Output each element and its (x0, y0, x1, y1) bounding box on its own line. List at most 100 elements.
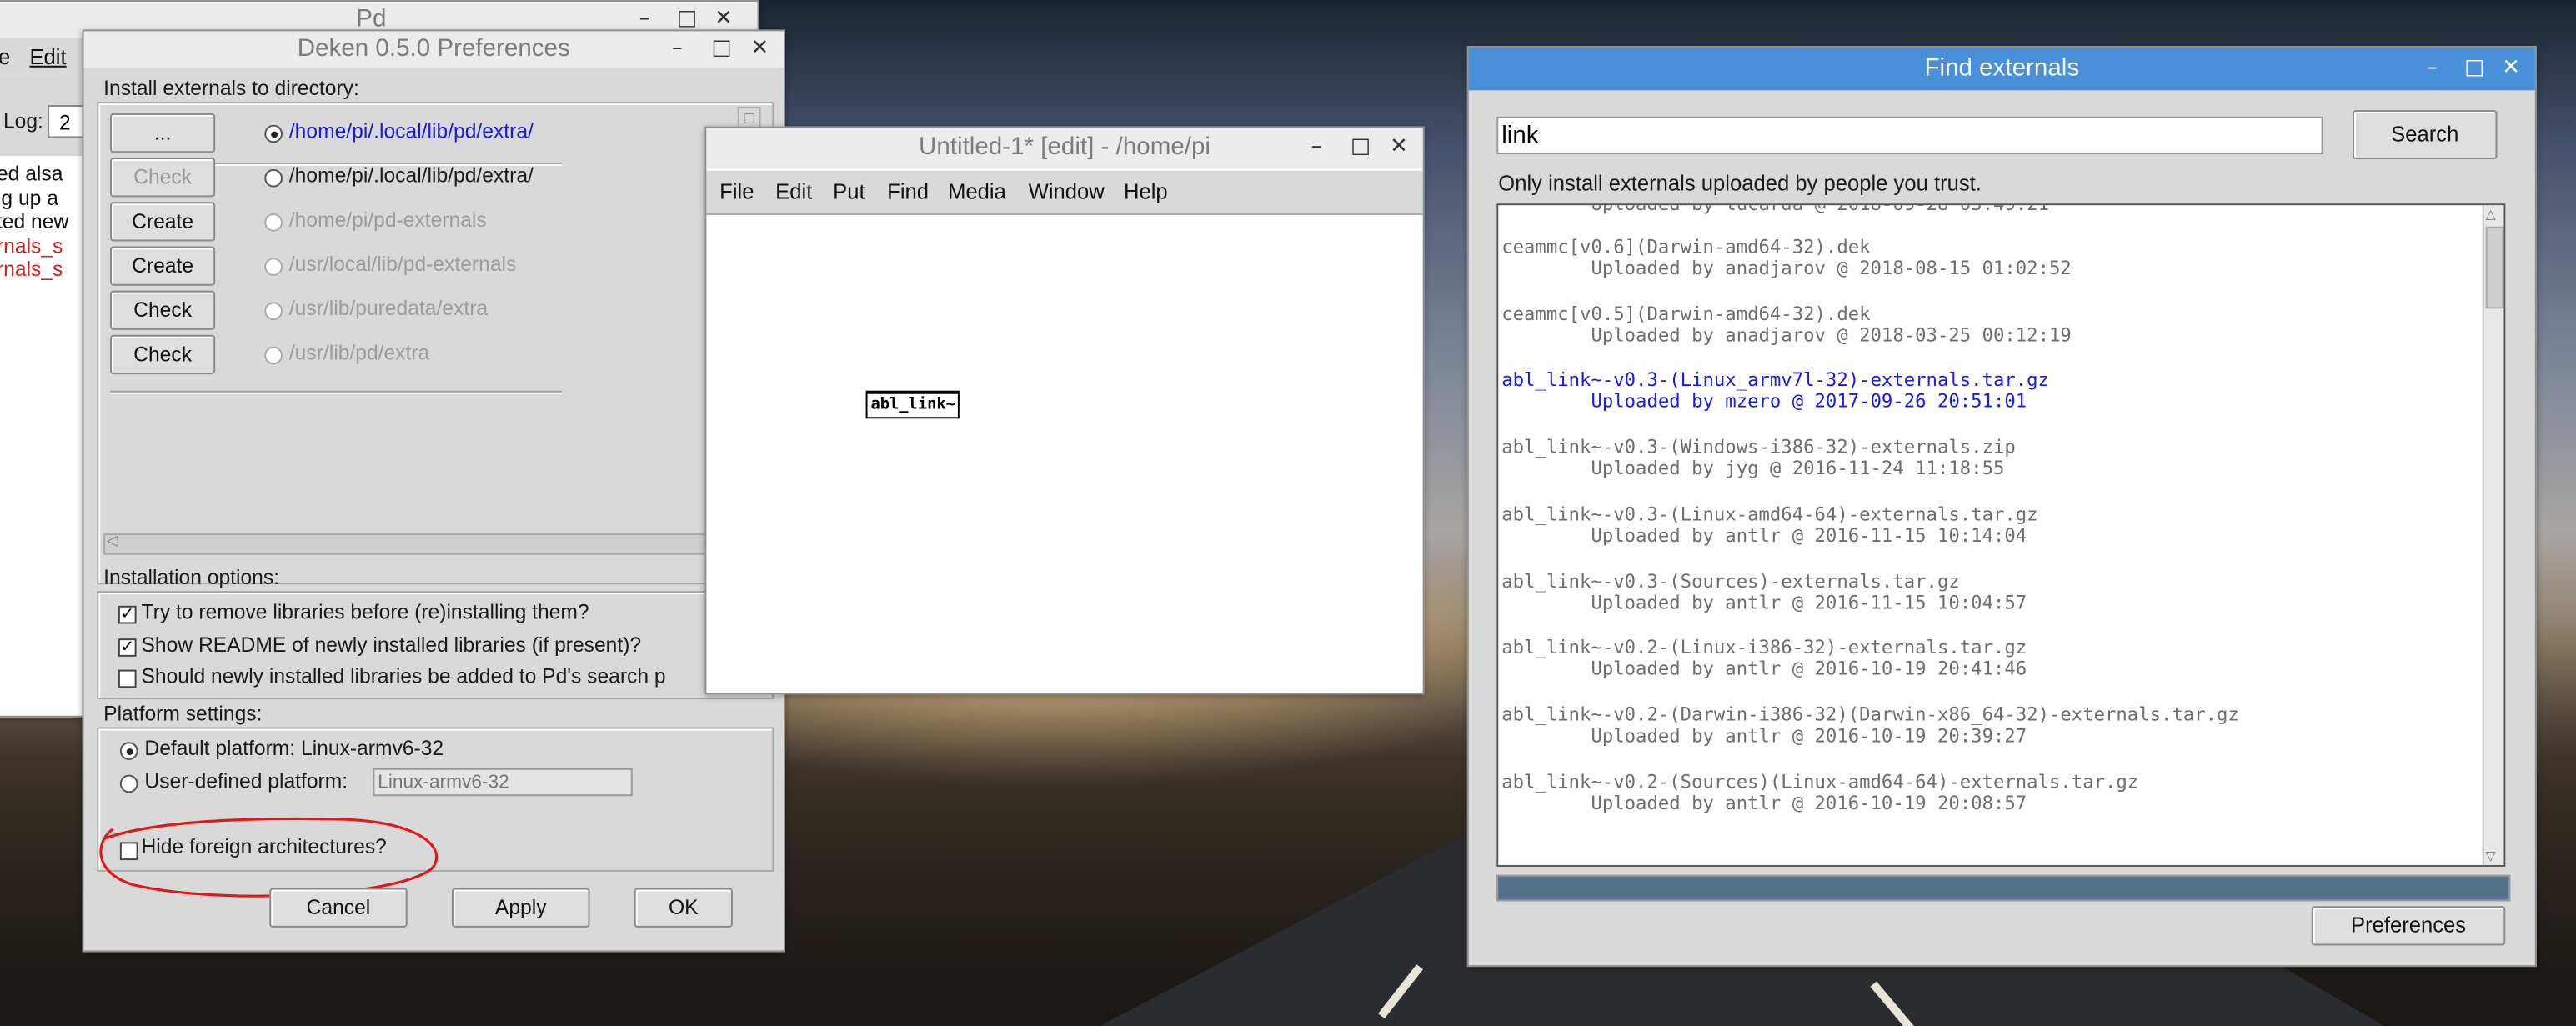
deken-preferences-window: Deken 0.5.0 Preferences – □ ✕ Install ex… (82, 29, 785, 953)
user-platform-input[interactable] (373, 768, 633, 797)
result-name: abl_link~-v0.2-(Sources)(Linux-amd64-64)… (1501, 770, 2139, 793)
dir-row-path: /usr/local/lib/pd-externals (288, 253, 517, 276)
untitled-patch-window: Untitled-1* [edit] - /home/pi – □ ✕ File… (704, 126, 1425, 695)
apply-button[interactable]: Apply (451, 888, 590, 928)
close-icon[interactable]: ✕ (2502, 51, 2519, 87)
cancel-button[interactable]: Cancel (269, 888, 408, 928)
option-label: Should newly installed libraries be adde… (141, 664, 666, 688)
result-name: abl_link~-v0.3-(Sources)-externals.tar.g… (1501, 570, 1960, 593)
result-name: ceammc[v0.6](Darwin-amd64-32).dek (1501, 236, 1871, 258)
menu-find[interactable]: Find (887, 179, 929, 204)
ok-button[interactable]: OK (634, 888, 733, 928)
dir-row-radio[interactable] (264, 302, 283, 321)
result-item[interactable]: ceammc[v0.6](Darwin-amd64-32).dek Upload… (1501, 237, 2072, 279)
dir-row-radio[interactable] (264, 168, 283, 188)
result-name: abl_link~-v0.3-(Windows-i386-32)-externa… (1501, 437, 2016, 458)
dir-row-path: /usr/lib/pd/extra (288, 341, 430, 365)
maximize-icon[interactable]: □ (2464, 51, 2484, 87)
result-name: ceammc[v0.5](Darwin-amd64-32).dek (1501, 303, 1871, 325)
minimize-icon[interactable]: – (1311, 130, 1322, 166)
result-name: abl_link~-v0.2-(Darwin-i386-32)(Darwin-x… (1501, 703, 2239, 726)
result-uploaded: Uploaded by antlr @ 2016-10-19 20:39:27 (1501, 725, 2027, 747)
dir-row-radio[interactable] (264, 258, 283, 276)
find-externals-titlebar[interactable]: Find externals (1468, 48, 2535, 91)
patch-title: Untitled-1* [edit] - /home/pi (919, 133, 1211, 162)
console-line: ernals_s (0, 233, 63, 258)
result-item[interactable]: abl_link~-v0.2-(Sources)(Linux-amd64-64)… (1501, 771, 2138, 813)
dir-row-radio[interactable] (264, 213, 283, 232)
menu-window[interactable]: Window (1029, 179, 1105, 204)
menu-file[interactable]: File (719, 179, 754, 204)
option-label: Try to remove libraries before (re)insta… (141, 600, 589, 624)
maximize-icon[interactable]: □ (1351, 130, 1371, 166)
scroll-up-icon[interactable]: △ (2486, 207, 2496, 222)
dir-row-button[interactable]: Check (110, 158, 216, 198)
user-platform-radio[interactable] (119, 774, 138, 793)
pd-console: ned alsaing up aated newernals_sernals_s (0, 163, 84, 294)
scroll-left-icon[interactable]: ◁ (107, 533, 118, 550)
menu-help[interactable]: Help (1124, 179, 1168, 204)
minimize-icon[interactable]: – (672, 31, 683, 67)
pd-menu-file[interactable]: e (0, 44, 10, 69)
console-line: ernals_s (0, 258, 63, 281)
result-uploaded: Uploaded by anadjarov @ 2018-08-15 01:02… (1501, 258, 2072, 279)
result-name: abl_link~-v0.3-(Linux_armv7l-32)-externa… (1501, 369, 2049, 392)
result-item[interactable]: abl_link~-v0.3-(Linux_armv7l-32)-externa… (1501, 370, 2049, 413)
dir-row-radio[interactable] (264, 346, 283, 365)
dir-row-button[interactable]: Check (110, 290, 216, 330)
result-uploaded: Uploaded by antlr @ 2016-10-19 20:08:57 (1501, 792, 2027, 814)
log-level-select[interactable]: 2 (48, 105, 84, 138)
menu-edit[interactable]: Edit (775, 179, 812, 204)
close-icon[interactable]: ✕ (1390, 130, 1407, 166)
result-uploaded: Uploaded by jyg @ 2016-11-24 11:18:55 (1501, 458, 2005, 480)
result-name: abl_link~-v0.3-(Linux-amd64-64)-external… (1501, 503, 2038, 525)
pd-title: Pd (356, 4, 387, 33)
dir-row-button[interactable]: Create (110, 202, 216, 242)
result-uploaded: Uploaded by anadjarov @ 2018-03-25 00:12… (1501, 324, 2072, 346)
dir-row-radio[interactable] (264, 124, 283, 143)
result-item[interactable]: abl_link~-v0.2-(Linux-i386-32)-externals… (1501, 638, 2027, 680)
result-uploaded-partial: Uploaded by lucarda @ 2018-09-28 03:49:2… (1501, 203, 2049, 216)
minimize-icon[interactable]: – (2427, 51, 2438, 87)
result-item[interactable]: abl_link~-v0.3-(Sources)-externals.tar.g… (1501, 570, 2027, 613)
result-uploaded: Uploaded by antlr @ 2016-10-19 20:41:46 (1501, 658, 2027, 680)
results-scrollbar[interactable]: △ ▽ (2482, 205, 2504, 865)
default-platform-radio[interactable] (119, 742, 138, 760)
result-name: abl_link~-v0.2-(Linux-i386-32)-externals… (1501, 637, 2027, 659)
scrollbar-thumb[interactable] (2485, 226, 2504, 309)
menu-media[interactable]: Media (948, 179, 1006, 204)
horizontal-scrollbar[interactable]: ◁ (103, 533, 748, 555)
dir-row-path: /usr/lib/puredata/extra (288, 297, 489, 321)
result-uploaded: Uploaded by antlr @ 2016-11-15 10:04:57 (1501, 592, 2027, 613)
maximize-icon[interactable]: □ (711, 31, 731, 67)
install-options-label: Installation options: (103, 566, 280, 590)
result-item[interactable]: abl_link~-v0.3-(Linux-amd64-64)-external… (1501, 503, 2037, 546)
deken-prefs-title: Deken 0.5.0 Preferences (297, 34, 570, 63)
scroll-down-icon[interactable]: ▽ (2486, 848, 2496, 863)
result-item[interactable]: abl_link~-v0.2-(Darwin-i386-32)(Darwin-x… (1501, 704, 2239, 747)
dir-row-path: /home/pi/pd-externals (288, 208, 487, 232)
preferences-button[interactable]: Preferences (2311, 906, 2506, 946)
option-checkbox[interactable]: ✓ (118, 605, 137, 624)
log-label: Log: (3, 109, 43, 133)
progress-bar (1496, 874, 2511, 902)
results-list[interactable]: Uploaded by lucarda @ 2018-09-28 03:49:2… (1496, 203, 2506, 867)
pd-menu-edit[interactable]: Edit (29, 44, 66, 69)
dir-row-button[interactable]: ... (110, 113, 216, 153)
console-line: ated new (0, 210, 69, 233)
search-button[interactable]: Search (2353, 109, 2498, 160)
result-item[interactable]: ceammc[v0.5](Darwin-amd64-32).dek Upload… (1501, 303, 2072, 346)
dir-row-path: /home/pi/.local/lib/pd/extra/ (288, 163, 534, 188)
option-checkbox[interactable]: ✓ (118, 638, 137, 656)
close-icon[interactable]: ✕ (751, 31, 769, 67)
dir-row-button[interactable]: Create (110, 246, 216, 286)
find-externals-title: Find externals (1924, 53, 2080, 83)
result-item[interactable]: abl_link~-v0.3-(Windows-i386-32)-externa… (1501, 437, 2016, 479)
dir-row-button[interactable]: Check (110, 334, 216, 375)
console-line: ing up a (0, 186, 58, 210)
search-input[interactable] (1496, 116, 2323, 155)
option-checkbox[interactable] (118, 669, 137, 688)
patch-menubar: File Edit Put Find Media Window Help (706, 170, 1423, 216)
abl-link-object-box[interactable]: abl_link~ (865, 390, 960, 419)
menu-put[interactable]: Put (833, 179, 865, 204)
